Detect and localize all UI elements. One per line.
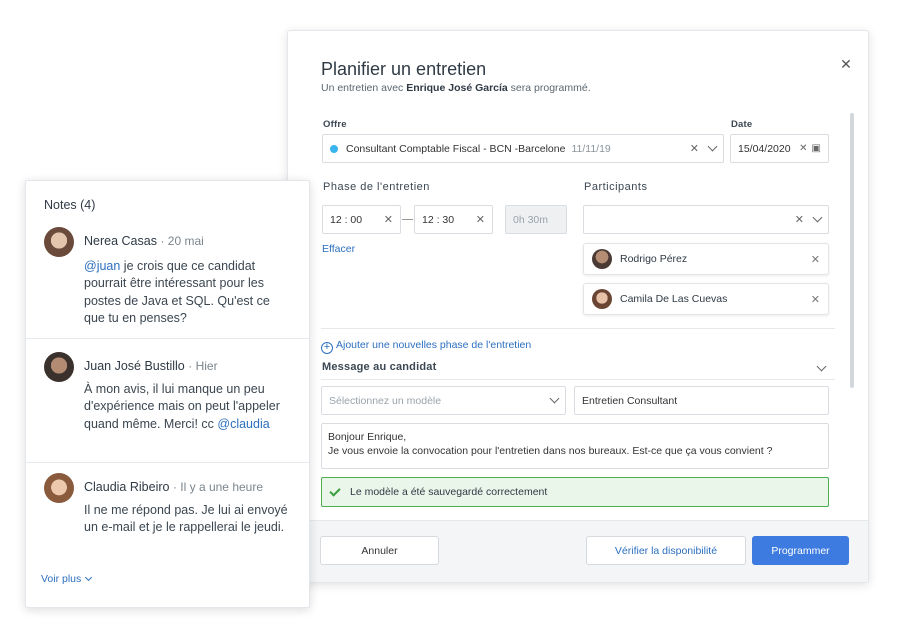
note-author: Nerea Casas [84, 234, 157, 248]
avatar [44, 227, 74, 257]
avatar [592, 249, 612, 269]
end-time: 12 : 30 [422, 213, 455, 226]
note-header: Juan José Bustillo · Hier [84, 359, 218, 373]
note-time: · Hier [188, 359, 218, 373]
check-availability-button[interactable]: Vérifier la disponibilité [586, 536, 746, 565]
avatar [592, 289, 612, 309]
offer-date: 11/11/19 [571, 142, 611, 155]
end-time-input[interactable]: 12 : 30 ✕ [414, 205, 493, 234]
message-line-1: Bonjour Enrique, [328, 431, 407, 443]
remove-participant-icon[interactable]: ✕ [811, 253, 820, 266]
note-header: Nerea Casas · 20 mai [84, 234, 204, 248]
clear-link[interactable]: Effacer [322, 243, 355, 255]
duration-field: 0h 30m [505, 205, 567, 234]
mention-link[interactable]: @juan [84, 259, 120, 273]
chevron-down-icon [85, 574, 93, 582]
note-text: À mon avis, il lui manque un peu d'expér… [84, 381, 294, 433]
note-author: Juan José Bustillo [84, 359, 185, 373]
chevron-down-icon[interactable] [812, 212, 823, 223]
message-textarea[interactable]: Bonjour Enrique, Je vous envoie la convo… [321, 423, 829, 469]
date-label: Date [731, 119, 753, 130]
close-icon[interactable]: ✕ [838, 56, 854, 72]
participant-name: Rodrigo Pérez [620, 253, 688, 265]
message-divider [321, 379, 835, 380]
date-value: 15/04/2020 [738, 142, 791, 155]
modal-subtitle: Un entretien avec Enrique José García se… [321, 82, 591, 94]
calendar-icon[interactable]: ▣ [812, 143, 821, 154]
clear-end-time-icon[interactable]: ✕ [476, 213, 485, 226]
participant-chip: Camila De Las Cuevas ✕ [583, 283, 829, 315]
collapse-message-icon[interactable] [816, 361, 827, 372]
note-header: Claudia Ribeiro · Il y a une heure [84, 480, 263, 494]
template-placeholder: Sélectionnez un modèle [329, 394, 442, 407]
start-time-input[interactable]: 12 : 00 ✕ [322, 205, 401, 234]
note-text: @juan je crois que ce candidat pourrait … [84, 258, 294, 327]
schedule-button[interactable]: Programmer [752, 536, 849, 565]
add-circle-icon: + [321, 342, 333, 354]
subtitle-prefix: Un entretien avec [321, 82, 407, 94]
notes-panel: Notes (4) Nerea Casas · 20 mai @juan je … [25, 180, 310, 608]
note-time: · 20 mai [160, 234, 204, 248]
add-phase-link[interactable]: + Ajouter une nouvelles phase de l'entret… [321, 339, 531, 354]
participant-chip: Rodrigo Pérez ✕ [583, 243, 829, 275]
clear-participants-icon[interactable]: ✕ [795, 213, 804, 226]
note-author: Claudia Ribeiro [84, 480, 170, 494]
see-more-link[interactable]: Voir plus [41, 573, 93, 585]
note-divider [26, 462, 309, 463]
modal-footer: Annuler Vérifier la disponibilité Progra… [288, 520, 868, 582]
note-text: Il ne me répond pas. Je lui ai envoyé un… [84, 503, 288, 535]
offer-status-dot [330, 144, 338, 153]
clear-start-time-icon[interactable]: ✕ [384, 213, 393, 226]
avatar [44, 473, 74, 503]
cancel-button[interactable]: Annuler [320, 536, 439, 565]
offer-select[interactable]: Consultant Comptable Fiscal - BCN -Barce… [322, 134, 724, 163]
message-line-2: Je vous envoie la convocation pour l'ent… [328, 445, 773, 457]
see-more-label: Voir plus [41, 573, 82, 585]
add-phase-label: Ajouter une nouvelles phase de l'entreti… [336, 339, 532, 351]
subtitle-suffix: sera programmé. [507, 82, 591, 94]
clear-offer-icon[interactable]: ✕ [690, 142, 699, 155]
template-select[interactable]: Sélectionnez un modèle [321, 386, 566, 415]
start-time: 12 : 00 [330, 213, 363, 226]
section-divider [321, 328, 835, 329]
participants-select[interactable]: ✕ [583, 205, 829, 234]
candidate-name: Enrique José García [406, 82, 508, 94]
mention-link[interactable]: @claudia [217, 417, 269, 431]
notes-title: Notes (4) [44, 198, 96, 212]
schedule-interview-modal: Planifier un entretien Un entretien avec… [287, 30, 869, 583]
offer-label: Offre [323, 119, 347, 130]
modal-scrollbar[interactable] [850, 113, 854, 388]
date-input[interactable]: 15/04/2020 ✕ ▣ [730, 134, 829, 163]
clear-date-icon[interactable]: ✕ [799, 143, 807, 154]
avatar [44, 352, 74, 382]
template-name: Entretien Consultant [582, 394, 678, 407]
note-divider [26, 338, 309, 339]
message-label: Message au candidat [322, 361, 437, 373]
participant-name: Camila De Las Cuevas [620, 293, 728, 305]
template-name-input[interactable]: Entretien Consultant [574, 386, 829, 415]
success-message: Le modèle a été sauvegardé correctement [350, 486, 548, 498]
offer-value: Consultant Comptable Fiscal - BCN -Barce… [346, 142, 566, 155]
note-time: · Il y a une heure [172, 480, 264, 494]
chevron-down-icon[interactable] [707, 141, 718, 152]
remove-participant-icon[interactable]: ✕ [811, 293, 820, 306]
phase-label: Phase de l'entretien [323, 181, 430, 193]
modal-title: Planifier un entretien [321, 59, 487, 79]
success-alert: Le modèle a été sauvegardé correctement [321, 477, 829, 507]
chevron-down-icon[interactable] [549, 393, 560, 404]
participants-label: Participants [584, 181, 648, 193]
duration-placeholder: 0h 30m [513, 213, 549, 226]
time-range-dash [402, 219, 413, 220]
check-icon [329, 484, 341, 497]
